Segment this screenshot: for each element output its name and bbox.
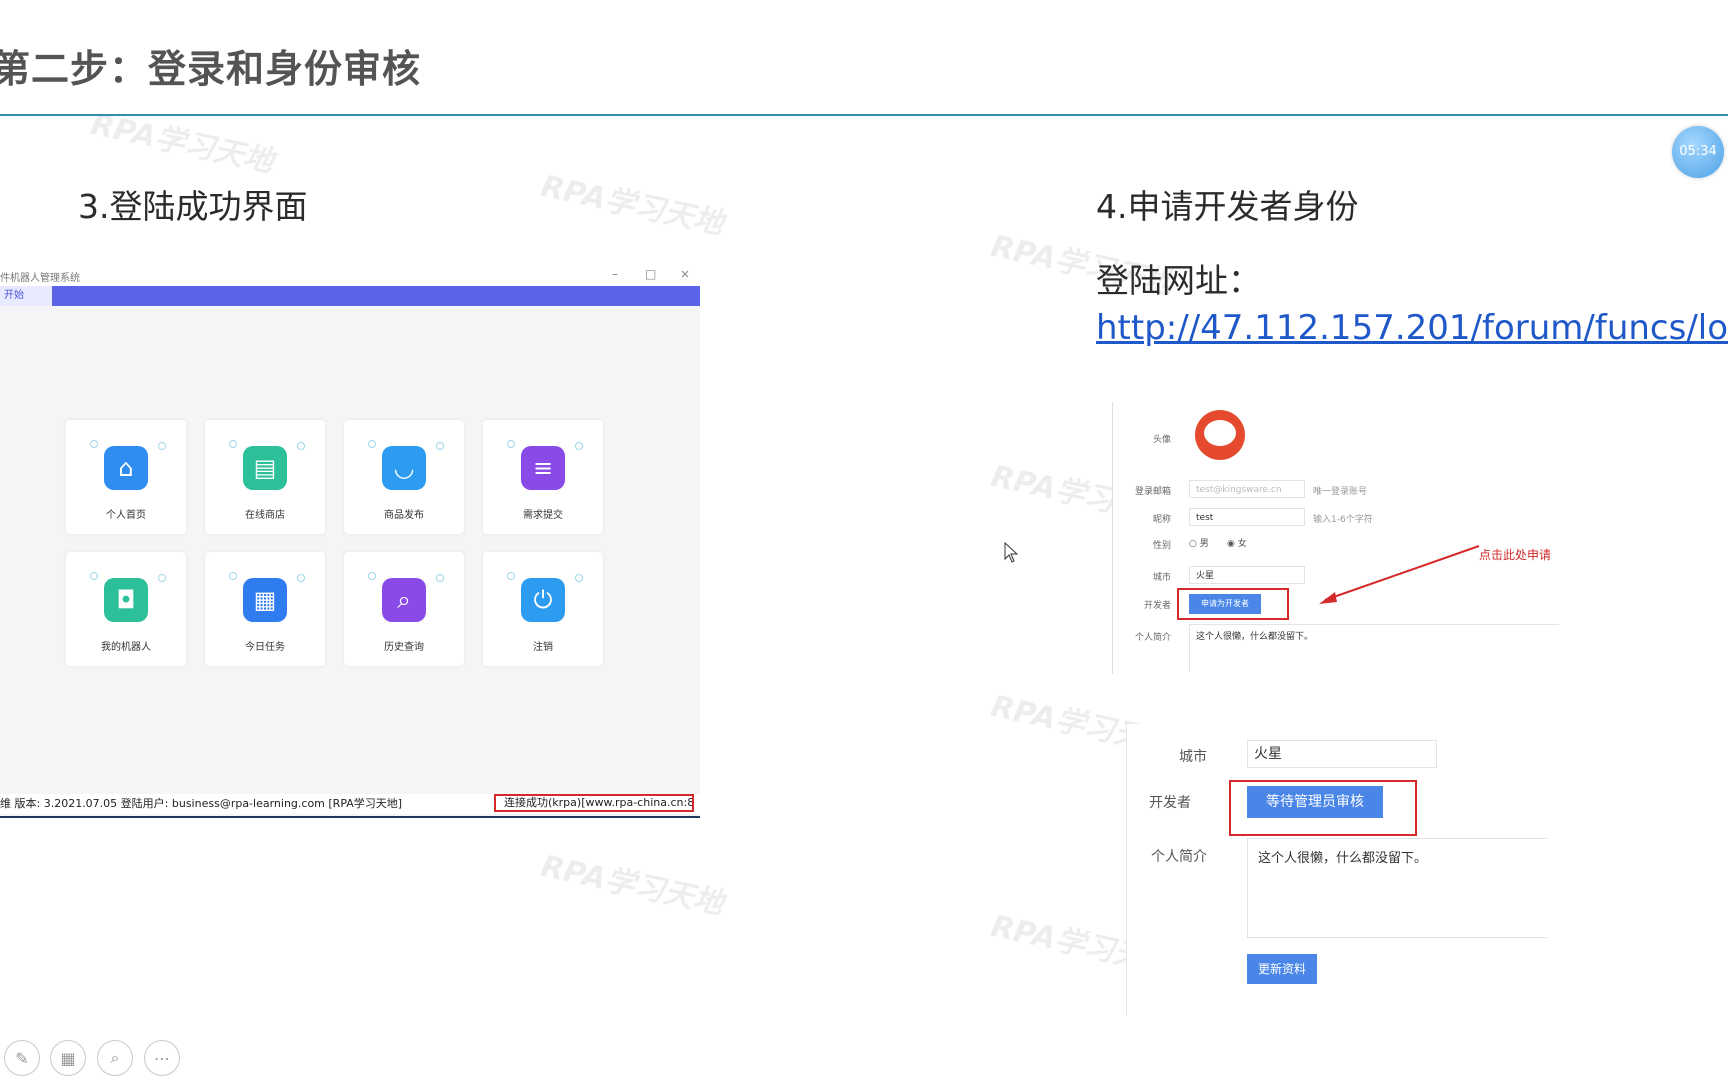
developer-label: 开发者	[1143, 601, 1171, 611]
history-search-icon: ⌕	[382, 578, 426, 622]
decor-dot	[229, 572, 237, 580]
zoom-icon[interactable]: ⌕	[97, 1040, 133, 1076]
annotation-arrow	[1319, 545, 1480, 604]
decor-dot	[297, 442, 305, 450]
watermark: RPA学习天地	[537, 169, 727, 242]
app-ribbon	[0, 286, 700, 306]
email-hint: 唯一登录账号	[1313, 487, 1368, 497]
maximize-icon[interactable]: □	[645, 267, 656, 281]
calendar-icon: ▦	[243, 578, 287, 622]
highlight-box	[1229, 780, 1417, 836]
tile-calendar[interactable]: ▦ 今日任务	[205, 552, 325, 666]
power-icon: ⏻	[521, 578, 565, 622]
tile-label: 注销	[533, 642, 553, 653]
city-label: 城市	[1152, 573, 1171, 583]
slide-title: 第二步：登录和身份审核	[0, 47, 422, 91]
status-version-user: 维 版本: 3.2021.07.05 登陆用户: business@rpa-le…	[0, 797, 403, 810]
profile-form-pending: 城市 火星 开发者 等待管理员审核 个人简介 这个人很懒，什么都没留下。 更新资…	[1126, 724, 1567, 1016]
decor-dot	[297, 574, 305, 582]
intro-label: 个人简介	[1151, 849, 1207, 865]
login-url-link[interactable]: http://47.112.157.201/forum/funcs/login.	[1096, 308, 1728, 348]
email-field[interactable]: test@kingsware.cn	[1189, 480, 1305, 498]
tile-label: 需求提交	[523, 510, 563, 521]
login-url-label: 登陆网址：	[1096, 261, 1261, 300]
bag-icon: ◡	[382, 446, 426, 490]
app-screenshot: 件机器人管理系统 – □ × 开始 维 版本: 3.2021.07.05 登陆用…	[0, 264, 700, 818]
tile-chat[interactable]: ≡ 需求提交	[483, 420, 603, 534]
city-field[interactable]: 火星	[1247, 740, 1437, 768]
close-icon[interactable]: ×	[680, 267, 690, 281]
gender-label: 性别	[1152, 541, 1171, 551]
decor-dot	[507, 572, 515, 580]
status-bar: 维 版本: 3.2021.07.05 登陆用户: business@rpa-le…	[0, 794, 700, 814]
more-icon[interactable]: ⋯	[144, 1040, 180, 1076]
city-field[interactable]: 火星	[1189, 566, 1305, 584]
tile-label: 在线商店	[245, 510, 285, 521]
profile-form-apply: 头像 登录邮箱 test@kingsware.cn 唯一登录账号 昵称 test…	[1112, 402, 1573, 674]
minimize-icon[interactable]: –	[612, 267, 618, 281]
decor-dot	[436, 574, 444, 582]
decor-dot	[90, 572, 98, 580]
left-section-heading: 3.登陆成功界面	[78, 187, 308, 226]
decor-dot	[229, 440, 237, 448]
intro-label: 个人简介	[1134, 633, 1171, 643]
tile-label: 个人首页	[106, 510, 146, 521]
developer-label: 开发者	[1149, 795, 1191, 811]
apply-annotation: 点击此处申请	[1479, 548, 1552, 562]
tile-power[interactable]: ⏻ 注销	[483, 552, 603, 666]
update-profile-button[interactable]: 更新资料	[1247, 954, 1317, 984]
tile-robot[interactable]: ◘ 我的机器人	[66, 552, 186, 666]
pen-icon[interactable]: ✎	[4, 1040, 40, 1076]
decor-dot	[507, 440, 515, 448]
tile-history-search[interactable]: ⌕ 历史查询	[344, 552, 464, 666]
highlight-box	[1177, 588, 1289, 620]
tile-label: 商品发布	[384, 510, 424, 521]
decor-dot	[436, 442, 444, 450]
home-icon: ⌂	[104, 446, 148, 490]
nickname-hint: 输入1-6个字符	[1313, 515, 1373, 525]
robot-icon: ◘	[104, 578, 148, 622]
decor-dot	[368, 572, 376, 580]
app-titlebar: 件机器人管理系统 – □ ×	[0, 264, 700, 286]
decor-dot	[575, 574, 583, 582]
tab-start[interactable]: 开始	[0, 286, 52, 306]
gender-female-radio[interactable]: ◉ 女	[1227, 536, 1247, 549]
decor-dot	[158, 574, 166, 582]
tile-bag[interactable]: ◡ 商品发布	[344, 420, 464, 534]
decor-dot	[368, 440, 376, 448]
decor-dot	[575, 442, 583, 450]
robot-face-icon	[1204, 420, 1236, 446]
status-connection: 连接成功(krpa)[www.rpa-china.cn:80	[494, 794, 694, 812]
tile-store[interactable]: ▤ 在线商店	[205, 420, 325, 534]
right-section-heading: 4.申请开发者身份	[1096, 187, 1359, 226]
nickname-label: 昵称	[1152, 515, 1171, 525]
tile-label: 历史查询	[384, 642, 424, 653]
decor-dot	[90, 440, 98, 448]
watermark: RPA学习天地	[537, 849, 727, 922]
timer-badge: 05:34	[1672, 126, 1724, 178]
tile-label: 我的机器人	[101, 642, 151, 653]
city-label: 城市	[1179, 749, 1207, 765]
nickname-field[interactable]: test	[1189, 508, 1305, 526]
email-label: 登录邮箱	[1134, 487, 1171, 497]
gender-male-radio[interactable]: ○ 男	[1189, 536, 1209, 549]
watermark: RPA学习天地	[87, 107, 277, 180]
slides-grid-icon[interactable]: ▦	[50, 1040, 86, 1076]
tile-label: 今日任务	[245, 642, 285, 653]
tile-home[interactable]: ⌂ 个人首页	[66, 420, 186, 534]
store-icon: ▤	[243, 446, 287, 490]
avatar-label: 头像	[1152, 435, 1171, 445]
mouse-cursor-icon	[1004, 542, 1019, 563]
intro-textarea[interactable]: 这个人很懒，什么都没留下。	[1247, 838, 1547, 938]
intro-textarea[interactable]: 这个人很懒，什么都没留下。	[1189, 624, 1559, 672]
title-divider	[0, 114, 1728, 116]
decor-dot	[158, 442, 166, 450]
app-window-title: 件机器人管理系统	[0, 273, 80, 284]
chat-icon: ≡	[521, 446, 565, 490]
